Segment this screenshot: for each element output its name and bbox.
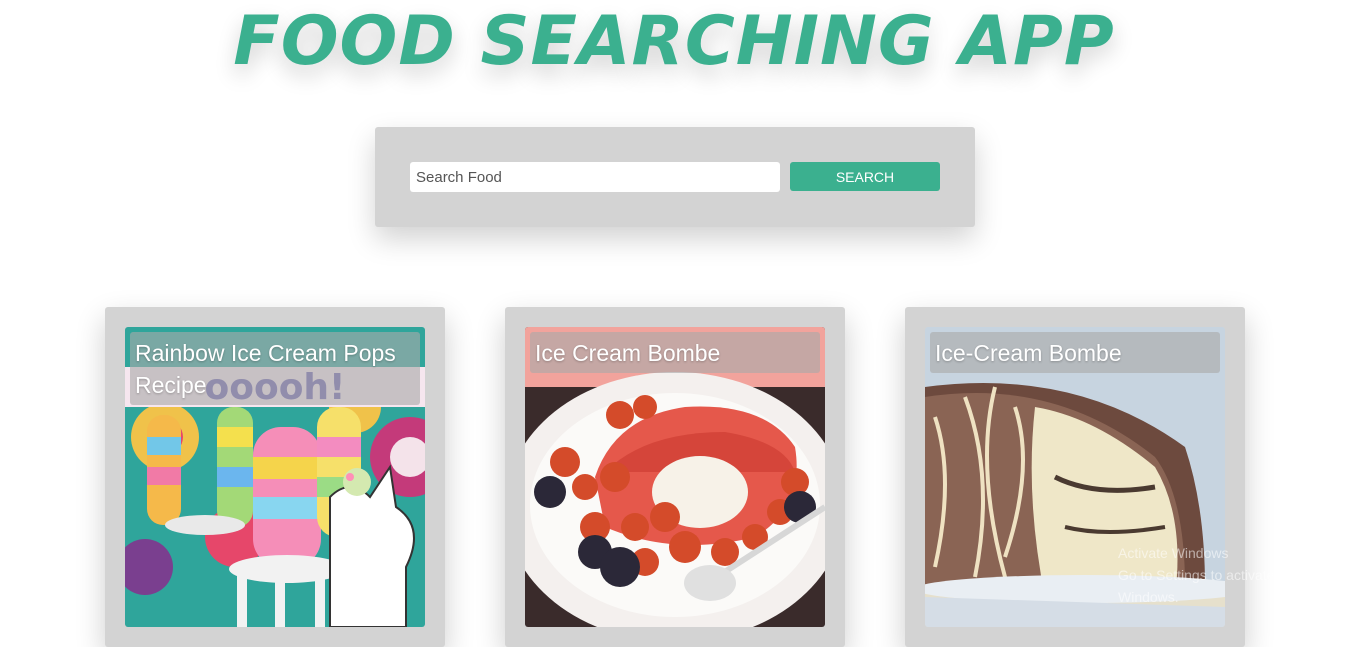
app-title: FOOD SEARCHING APP — [233, 2, 1115, 81]
search-input[interactable] — [410, 162, 780, 192]
card-title: Ice Cream Bombe — [530, 332, 820, 373]
result-card[interactable]: ooooh! Rainbow Ice Cream Pops Recipe — [105, 307, 445, 647]
search-button[interactable]: SEARCH — [790, 162, 940, 191]
card-title: Ice-Cream Bombe — [930, 332, 1220, 373]
result-card[interactable]: Ice Cream Bombe — [505, 307, 845, 647]
food-image[interactable]: Ice Cream Bombe — [525, 327, 825, 627]
card-title: Rainbow Ice Cream Pops Recipe — [130, 332, 420, 405]
food-image[interactable]: ooooh! Rainbow Ice Cream Pops Recipe — [125, 327, 425, 627]
result-card[interactable]: Ice-Cream Bombe — [905, 307, 1245, 647]
search-panel: SEARCH — [375, 127, 975, 227]
food-image[interactable]: Ice-Cream Bombe — [925, 327, 1225, 627]
